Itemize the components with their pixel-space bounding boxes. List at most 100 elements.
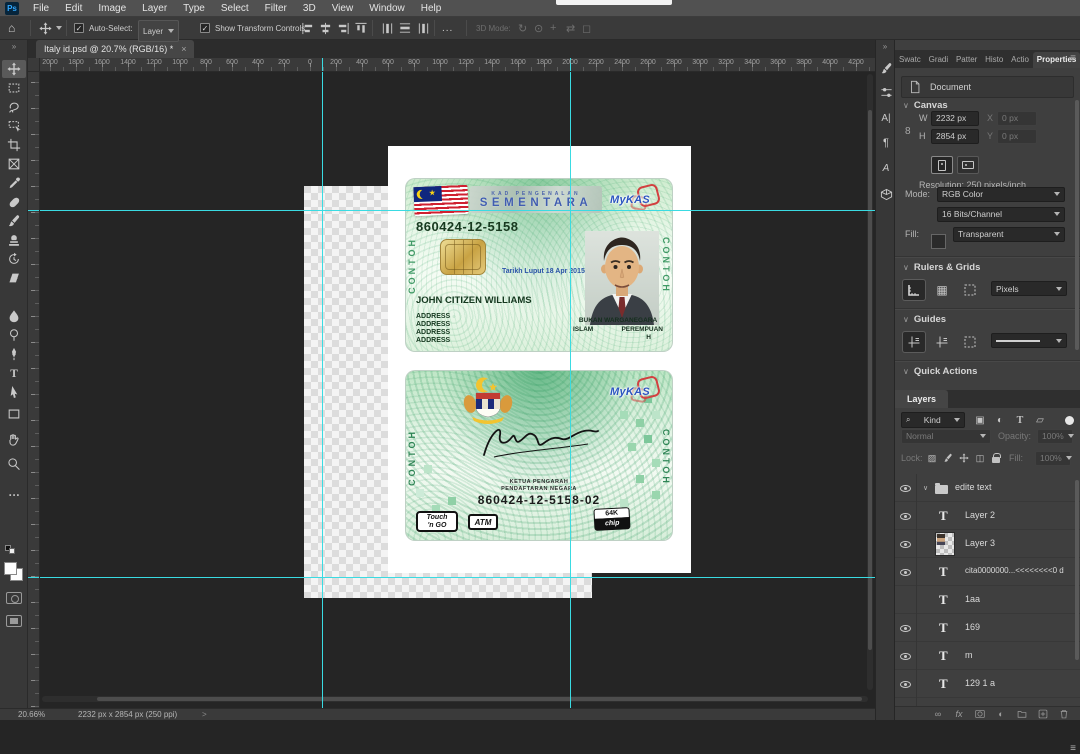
eyedropper-tool[interactable]	[2, 174, 26, 192]
bit-depth-dropdown[interactable]: 16 Bits/Channel	[937, 206, 1065, 222]
portrait-orientation-button[interactable]	[931, 156, 953, 174]
visibility-eye-icon[interactable]	[900, 680, 911, 688]
vertical-guide[interactable]	[570, 72, 571, 708]
visibility-eye-icon[interactable]	[900, 512, 911, 520]
toggle-grid-icon[interactable]: ▦	[931, 280, 953, 300]
zoom-level[interactable]: 20.66%	[18, 710, 45, 719]
height-field[interactable]: 2854 px	[931, 128, 979, 144]
menu-window[interactable]: Window	[361, 3, 413, 14]
layer-row[interactable]: T 169	[895, 614, 1080, 642]
menu-view[interactable]: View	[324, 3, 362, 14]
tab-patterns[interactable]: Patter	[952, 52, 981, 68]
layer-filter-kind-dropdown[interactable]: ⌕ Kind	[901, 412, 965, 428]
vertical-ruler[interactable]	[28, 72, 40, 708]
width-field[interactable]: 2232 px	[931, 110, 979, 126]
menu-image[interactable]: Image	[90, 3, 134, 14]
menu-file[interactable]: File	[25, 3, 57, 14]
horizontal-guide[interactable]	[40, 577, 875, 578]
canvas-fill-dropdown[interactable]: Transparent	[953, 226, 1065, 242]
zoom-tool[interactable]	[2, 455, 26, 473]
quick-mask-icon[interactable]	[6, 592, 22, 604]
gradient-tool[interactable]	[2, 288, 26, 306]
move-tool[interactable]	[2, 60, 26, 78]
align-center-icon[interactable]	[318, 17, 333, 39]
lock-position-icon[interactable]	[957, 452, 971, 464]
new-layer-icon[interactable]	[1037, 709, 1049, 719]
toggle-rulers-icon[interactable]	[903, 280, 925, 300]
link-layers-icon[interactable]: ∞	[932, 709, 944, 719]
guide-style-dropdown[interactable]	[991, 333, 1067, 348]
layer-row[interactable]: T 129 1 a	[895, 670, 1080, 698]
lock-all-icon[interactable]	[989, 452, 1003, 464]
color-mode-dropdown[interactable]: RGB Color	[937, 186, 1065, 202]
rulers-grids-section-header[interactable]: ∨ Rulers & Grids	[903, 262, 980, 273]
properties-scrollbar[interactable]	[1075, 100, 1079, 350]
filter-shape-layers-icon[interactable]: ▱	[1031, 413, 1049, 428]
rectangular-marquee-tool[interactable]	[2, 79, 26, 97]
add-layer-mask-icon[interactable]	[974, 709, 986, 719]
tab-layers[interactable]: Layers	[895, 390, 949, 408]
home-icon[interactable]: ⌂	[8, 17, 15, 39]
lock-image-pixels-icon[interactable]	[941, 452, 955, 464]
vertical-scrollbar[interactable]	[867, 74, 873, 690]
guides-section-header[interactable]: ∨ Guides	[903, 314, 946, 325]
layer-row[interactable]: T 1aa	[895, 586, 1080, 614]
visibility-eye-icon[interactable]	[900, 484, 911, 492]
auto-select-target-dropdown[interactable]: Layer	[138, 20, 180, 42]
document-tab[interactable]: Italy id.psd @ 20.7% (RGB/16) * ×	[36, 40, 195, 58]
menu-3d[interactable]: 3D	[295, 3, 324, 14]
tool-preset-caret-icon[interactable]	[56, 17, 62, 39]
visibility-eye-icon[interactable]	[900, 624, 911, 632]
crop-tool[interactable]	[2, 136, 26, 154]
default-colors-icon[interactable]	[5, 545, 17, 555]
eraser-tool[interactable]	[2, 269, 26, 287]
character-panel-icon[interactable]: A|	[878, 110, 894, 126]
visibility-eye-icon[interactable]	[900, 540, 911, 548]
toggle-snap-icon[interactable]	[959, 280, 981, 300]
ruler-corner[interactable]	[28, 58, 40, 72]
adjustment-layer-icon[interactable]: ◐	[995, 709, 1007, 719]
layer-row[interactable]: T cita0000000...<<<<<<<<0 d	[895, 558, 1080, 586]
distribute-vertical-icon[interactable]	[395, 21, 417, 36]
more-options-icon[interactable]: ...	[442, 17, 453, 39]
layers-scrollbar[interactable]	[1075, 480, 1079, 660]
blur-tool[interactable]	[2, 307, 26, 325]
canvas-viewport[interactable]: ★ KAD PENGENALAN SEMENTARA MyKAS 860424-…	[40, 72, 875, 708]
brush-tool[interactable]	[2, 212, 26, 230]
edit-toolbar-tool[interactable]: …	[2, 483, 26, 501]
lock-guides-icon[interactable]	[931, 332, 953, 352]
object-selection-tool[interactable]	[2, 117, 26, 135]
ruler-units-dropdown[interactable]: Pixels	[991, 281, 1067, 296]
spot-healing-brush-tool[interactable]	[2, 193, 26, 211]
brush-settings-panel-icon[interactable]	[878, 60, 894, 76]
layer-row[interactable]: T Layer 2	[895, 502, 1080, 530]
status-chevron-icon[interactable]: >	[202, 710, 207, 719]
layer-row[interactable]: Layer 3	[895, 530, 1080, 558]
photoshop-logo[interactable]: Ps	[5, 1, 19, 15]
layers-panel-menu-icon[interactable]: ≡	[1070, 743, 1076, 754]
brushes-panel-icon[interactable]	[878, 84, 894, 100]
filter-toggle-icon[interactable]	[1065, 416, 1074, 425]
menu-select[interactable]: Select	[213, 3, 257, 14]
canvas-section-header[interactable]: ∨ Canvas	[903, 100, 948, 111]
clear-guides-icon[interactable]	[959, 332, 981, 352]
align-right-icon[interactable]	[336, 17, 351, 39]
distribute-spacing-icon[interactable]	[416, 17, 431, 39]
quick-actions-section-header[interactable]: ∨ Quick Actions	[903, 366, 977, 377]
toggle-guides-icon[interactable]	[903, 332, 925, 352]
tab-swatches[interactable]: Swatc	[895, 52, 925, 68]
hand-tool[interactable]	[2, 430, 26, 448]
frame-tool[interactable]	[2, 155, 26, 173]
layer-effects-icon[interactable]: fx	[953, 709, 965, 719]
menu-help[interactable]: Help	[413, 3, 450, 14]
layer-row-group[interactable]: ∨ edite text	[895, 474, 1080, 502]
clone-stamp-tool[interactable]	[2, 231, 26, 249]
tab-actions[interactable]: Actio	[1007, 52, 1033, 68]
lock-artboard-icon[interactable]: ◫	[973, 452, 987, 464]
align-top-icon[interactable]	[351, 21, 373, 36]
horizontal-guide[interactable]	[40, 210, 875, 211]
vertical-guide[interactable]	[322, 72, 323, 708]
menu-type[interactable]: Type	[175, 3, 213, 14]
filter-type-layers-icon[interactable]: T	[1011, 413, 1029, 428]
dodge-tool[interactable]	[2, 326, 26, 344]
